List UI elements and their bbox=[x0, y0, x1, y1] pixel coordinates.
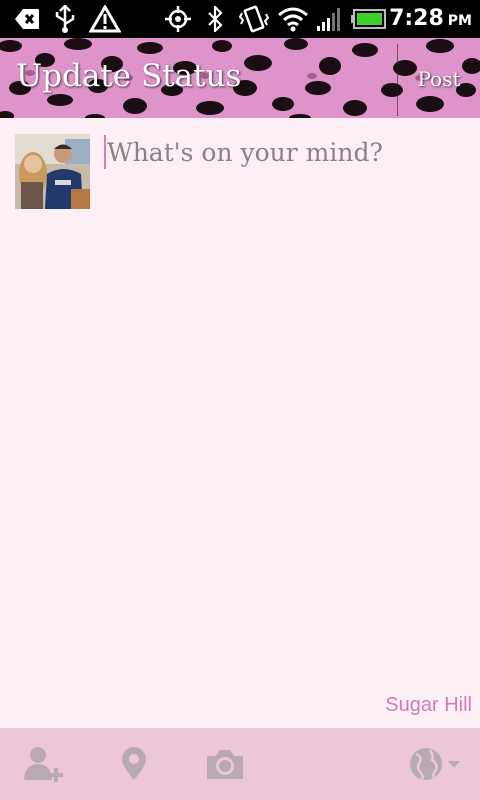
location-link[interactable]: Sugar Hill bbox=[385, 694, 472, 717]
profile-photo bbox=[15, 134, 90, 209]
warning-icon bbox=[88, 0, 122, 38]
post-button[interactable]: Post bbox=[398, 38, 480, 118]
clock-ampm: PM bbox=[447, 13, 472, 29]
back-notification-icon bbox=[12, 0, 42, 38]
add-friend-button[interactable] bbox=[20, 728, 68, 800]
battery-icon bbox=[350, 0, 388, 38]
privacy-selector-button[interactable] bbox=[402, 728, 464, 800]
camera-icon bbox=[207, 750, 243, 779]
bluetooth-icon bbox=[203, 0, 227, 38]
page-title: Update Status bbox=[16, 58, 242, 94]
camera-button[interactable] bbox=[202, 728, 248, 800]
add-friend-icon bbox=[24, 747, 63, 782]
clock-time: 7:28 bbox=[389, 6, 444, 31]
wifi-icon bbox=[276, 0, 310, 38]
bottom-toolbar bbox=[0, 728, 480, 800]
vibrate-icon bbox=[238, 0, 270, 38]
usb-icon bbox=[50, 0, 80, 38]
status-bar: 7:28 PM bbox=[0, 0, 480, 38]
location-button[interactable] bbox=[112, 728, 156, 800]
location-pin-icon bbox=[122, 747, 146, 780]
title-bar: Update Status Post bbox=[0, 38, 480, 118]
gps-icon bbox=[163, 0, 193, 38]
avatar bbox=[15, 134, 90, 209]
status-input[interactable] bbox=[104, 132, 464, 172]
globe-privacy-icon bbox=[410, 748, 460, 780]
clock: 7:28 PM bbox=[389, 0, 472, 38]
signal-strength-icon bbox=[314, 0, 346, 38]
compose-area: Sugar Hill bbox=[0, 118, 480, 728]
